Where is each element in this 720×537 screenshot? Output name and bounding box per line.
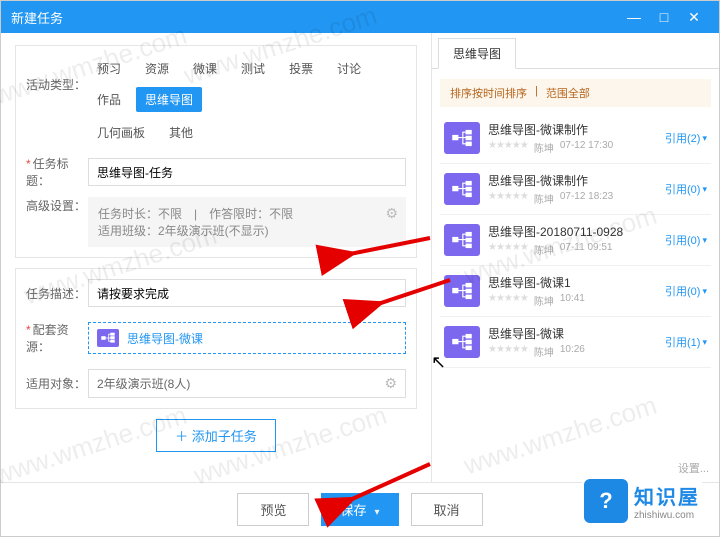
advanced-settings-box[interactable]: 任务时长：不限 | 作答限时：不限 适用班级：2年级演示班(不显示) ⚙ bbox=[88, 197, 406, 247]
reference-button[interactable]: 引用(0) ▾ bbox=[665, 232, 707, 248]
target-label: 适用对象： bbox=[26, 375, 88, 392]
task-title-input[interactable] bbox=[88, 158, 406, 186]
activity-type-label: 活动类型： bbox=[26, 76, 88, 93]
form-panel: 活动类型： 预习资源微课测试投票讨论作品思维导图 几何画板其他 任务标题： 高级… bbox=[1, 33, 431, 482]
save-button[interactable]: 保存▾ bbox=[321, 493, 398, 526]
gear-icon[interactable]: ⚙ bbox=[384, 375, 397, 392]
rating-stars: ★★★★★ bbox=[488, 191, 528, 206]
rating-stars: ★★★★★ bbox=[488, 242, 528, 257]
item-name: 思维导图-20180711-0928 bbox=[488, 223, 657, 240]
target-box[interactable]: 2年级演示班(8人) ⚙ bbox=[88, 369, 406, 398]
resource-name: 思维导图-微课 bbox=[127, 330, 203, 347]
chevron-down-icon: ▾ bbox=[702, 286, 707, 297]
mindmap-icon bbox=[444, 326, 480, 358]
task-desc-input[interactable] bbox=[88, 279, 406, 307]
task-title-label: 任务标题： bbox=[26, 155, 88, 189]
activity-type-tag[interactable]: 几何画板 bbox=[88, 120, 154, 145]
rating-stars: ★★★★★ bbox=[488, 293, 528, 308]
item-time: 10:26 bbox=[560, 344, 585, 359]
titlebar: 新建任务 — □ ✕ bbox=[1, 1, 719, 33]
activity-type-tag[interactable]: 预习 bbox=[88, 56, 130, 81]
item-time: 10:41 bbox=[560, 293, 585, 308]
chevron-down-icon: ▾ bbox=[702, 235, 707, 246]
filter-sort[interactable]: 排序按时间排序 bbox=[450, 85, 527, 101]
maximize-button[interactable]: □ bbox=[649, 9, 679, 25]
advanced-settings-label: 高级设置： bbox=[26, 197, 88, 214]
activity-type-tag[interactable]: 思维导图 bbox=[136, 87, 202, 112]
activity-type-tag[interactable]: 其他 bbox=[160, 120, 202, 145]
window-title: 新建任务 bbox=[11, 8, 619, 27]
activity-type-tag[interactable]: 作品 bbox=[88, 87, 130, 112]
target-value: 2年级演示班(8人) bbox=[97, 375, 190, 392]
cancel-button[interactable]: 取消 bbox=[411, 493, 483, 526]
logo-cn: 知识屋 bbox=[634, 481, 700, 510]
item-time: 07-12 18:23 bbox=[560, 191, 613, 206]
item-author: 陈坤 bbox=[534, 191, 554, 206]
reference-button[interactable]: 引用(0) ▾ bbox=[665, 283, 707, 299]
item-author: 陈坤 bbox=[534, 344, 554, 359]
chevron-down-icon: ▾ bbox=[702, 133, 707, 144]
item-time: 07-12 17:30 bbox=[560, 140, 613, 155]
adv-line-2: 适用班级：2年级演示班(不显示) bbox=[98, 222, 396, 239]
item-name: 思维导图-微课制作 bbox=[488, 121, 657, 138]
mindmap-icon bbox=[444, 122, 480, 154]
tab-mindmap[interactable]: 思维导图 bbox=[438, 38, 516, 69]
item-time: 07-11 09:51 bbox=[560, 242, 613, 257]
filter-scope[interactable]: 范围全部 bbox=[546, 85, 590, 101]
activity-type-tag[interactable]: 讨论 bbox=[328, 56, 370, 81]
rating-stars: ★★★★★ bbox=[488, 344, 528, 359]
mindmap-icon bbox=[97, 329, 119, 347]
filter-bar[interactable]: 排序按时间排序 | 范围全部 bbox=[440, 79, 711, 107]
resource-label: 配套资源： bbox=[26, 321, 88, 355]
chevron-down-icon: ▾ bbox=[374, 507, 379, 518]
branding-logo: ? 知识屋 zhishiwu.com bbox=[582, 477, 702, 525]
list-item[interactable]: 思维导图-微课 ★★★★★ 陈坤 10:26 引用(1) ▾ bbox=[440, 317, 711, 368]
item-author: 陈坤 bbox=[534, 140, 554, 155]
activity-type-tag[interactable]: 测试 bbox=[232, 56, 274, 81]
mindmap-icon bbox=[444, 224, 480, 256]
item-author: 陈坤 bbox=[534, 242, 554, 257]
logo-icon: ? bbox=[584, 479, 628, 523]
logo-en: zhishiwu.com bbox=[634, 510, 700, 521]
preview-button[interactable]: 预览 bbox=[237, 493, 309, 526]
task-desc-label: 任务描述： bbox=[26, 285, 88, 302]
resource-panel: 思维导图 排序按时间排序 | 范围全部 思维导图-微课制作 ★★★★★ 陈坤 07-1… bbox=[431, 33, 719, 482]
item-author: 陈坤 bbox=[534, 293, 554, 308]
gear-icon[interactable]: ⚙ bbox=[385, 205, 398, 222]
add-subtask-button[interactable]: ＋ 添加子任务 bbox=[156, 419, 276, 452]
chevron-down-icon: ▾ bbox=[702, 337, 707, 348]
activity-type-tag[interactable]: 资源 bbox=[136, 56, 178, 81]
list-item[interactable]: 思维导图-微课制作 ★★★★★ 陈坤 07-12 17:30 引用(2) ▾ bbox=[440, 113, 711, 164]
minimize-button[interactable]: — bbox=[619, 9, 649, 25]
close-button[interactable]: ✕ bbox=[679, 9, 709, 26]
activity-type-tag[interactable]: 微课 bbox=[184, 56, 226, 81]
list-item[interactable]: 思维导图-微课制作 ★★★★★ 陈坤 07-12 18:23 引用(0) ▾ bbox=[440, 164, 711, 215]
list-item[interactable]: 思维导图-微课1 ★★★★★ 陈坤 10:41 引用(0) ▾ bbox=[440, 266, 711, 317]
chevron-down-icon: ▾ bbox=[702, 184, 707, 195]
item-name: 思维导图-微课 bbox=[488, 325, 657, 342]
resource-slot[interactable]: 思维导图-微课 bbox=[88, 322, 406, 354]
mindmap-icon bbox=[444, 275, 480, 307]
list-item[interactable]: 思维导图-20180711-0928 ★★★★★ 陈坤 07-11 09:51 引用(0… bbox=[440, 215, 711, 266]
adv-line-1: 任务时长：不限 | 作答限时：不限 bbox=[98, 205, 396, 222]
mindmap-icon bbox=[444, 173, 480, 205]
reference-button[interactable]: 引用(0) ▾ bbox=[665, 181, 707, 197]
item-name: 思维导图-微课1 bbox=[488, 274, 657, 291]
activity-type-tag[interactable]: 投票 bbox=[280, 56, 322, 81]
item-name: 思维导图-微课制作 bbox=[488, 172, 657, 189]
reference-button[interactable]: 引用(1) ▾ bbox=[665, 334, 707, 350]
reference-button[interactable]: 引用(2) ▾ bbox=[665, 130, 707, 146]
rating-stars: ★★★★★ bbox=[488, 140, 528, 155]
